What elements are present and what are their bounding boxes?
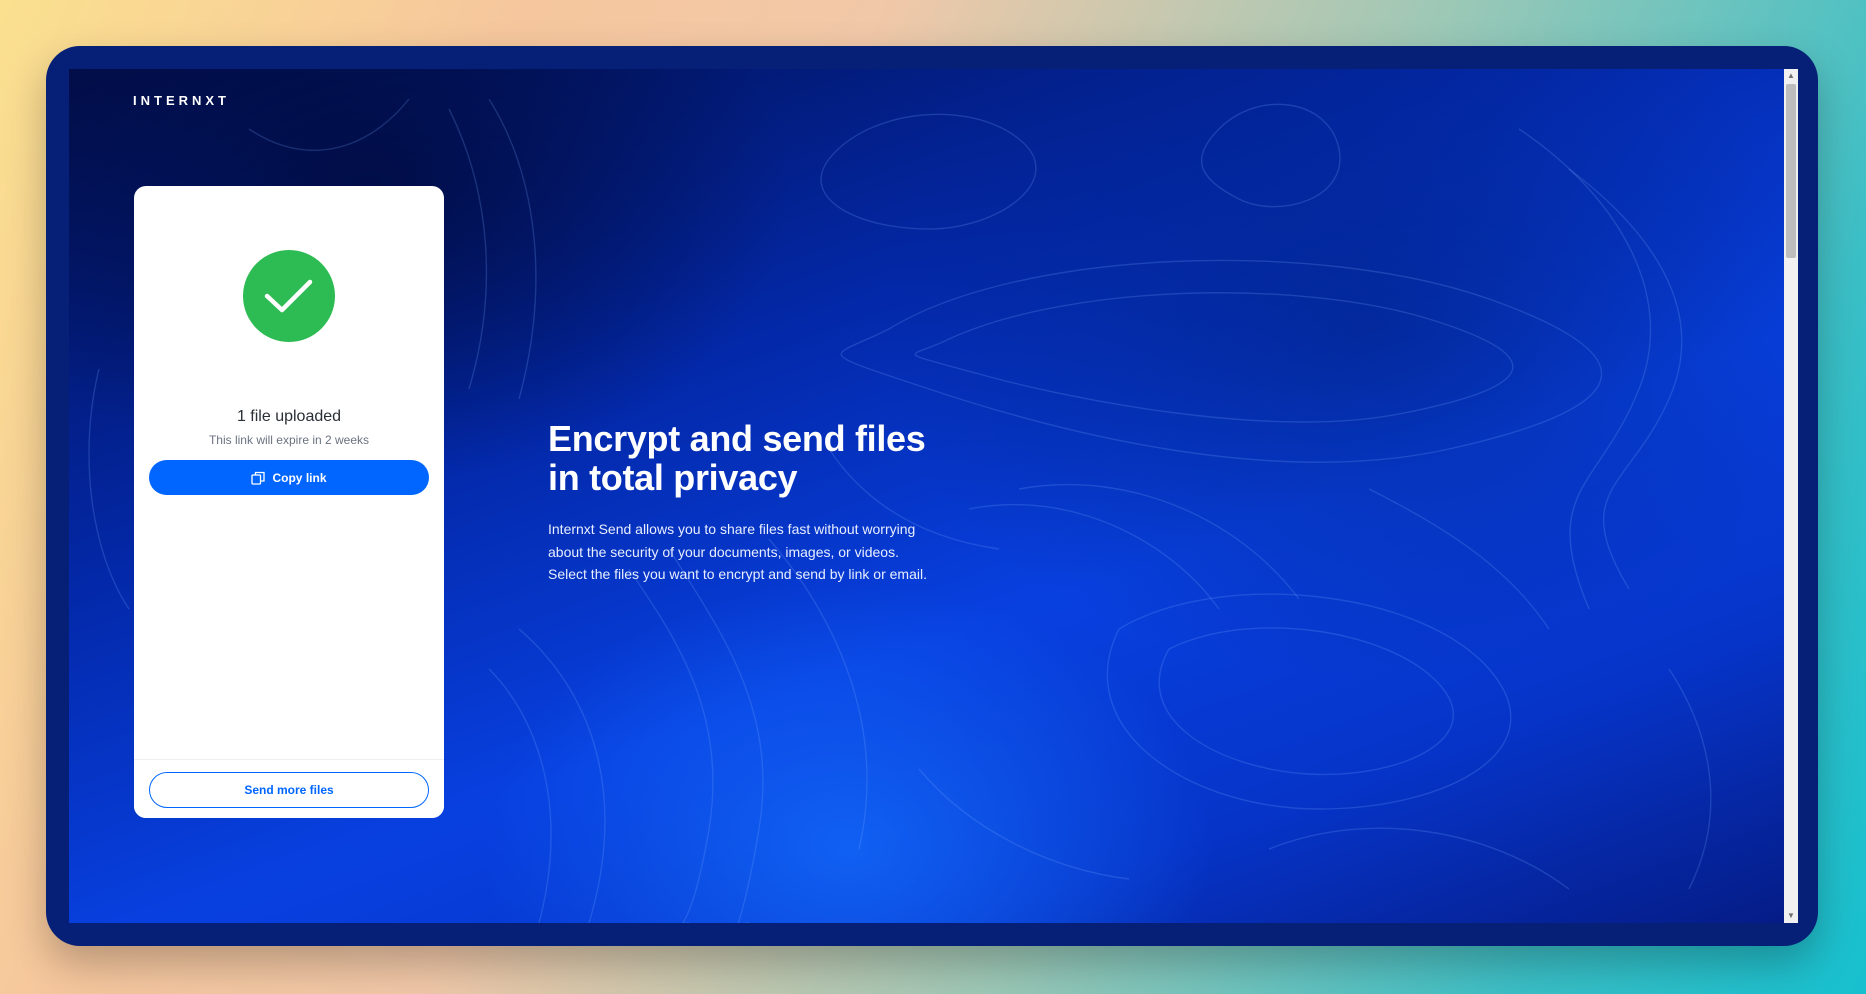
send-more-files-button[interactable]: Send more files: [149, 772, 429, 808]
hero-description: Internxt Send allows you to share files …: [548, 518, 1008, 586]
link-expiry-text: This link will expire in 2 weeks: [208, 433, 370, 447]
copy-link-label: Copy link: [272, 470, 327, 485]
card-footer: Send more files: [134, 759, 444, 818]
upload-status-title: 1 file uploaded: [236, 408, 342, 425]
copy-link-button[interactable]: Copy link: [149, 460, 429, 495]
hero-description-line: Select the files you want to encrypt and…: [548, 566, 927, 582]
checkmark-circle-icon: [243, 250, 335, 342]
scroll-down-arrow-icon[interactable]: ▼: [1784, 909, 1798, 923]
vertical-scrollbar[interactable]: ▲ ▼: [1784, 69, 1798, 923]
hero-section: Encrypt and send files in total privacy …: [548, 419, 1008, 586]
hero-title: Encrypt and send files in total privacy: [548, 419, 1008, 497]
page-viewport: INTERNXT 1 file uploaded This link will …: [69, 69, 1784, 923]
copy-icon: [251, 471, 266, 485]
scrollbar-thumb[interactable]: [1786, 84, 1796, 258]
hero-description-line: about the security of your documents, im…: [548, 543, 899, 560]
upload-complete-card: 1 file uploaded This link will expire in…: [134, 186, 444, 818]
hero-title-line: in total privacy: [548, 457, 798, 498]
hero-description-line: Internxt Send allows you to share files …: [548, 521, 916, 537]
hero-title-line: Encrypt and send files: [548, 418, 926, 459]
internxt-logo[interactable]: INTERNXT: [133, 93, 230, 108]
scroll-up-arrow-icon[interactable]: ▲: [1784, 69, 1798, 83]
